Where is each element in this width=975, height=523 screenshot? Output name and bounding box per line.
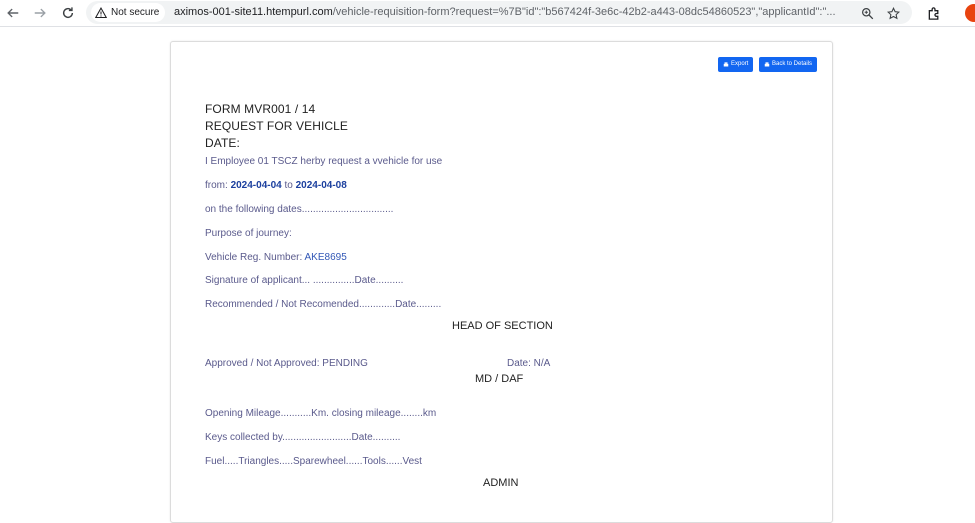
keys-collected-line: Keys collected by.......................… xyxy=(205,432,401,443)
back-to-details-button[interactable]: Back to Details xyxy=(759,57,818,72)
admin-heading: ADMIN xyxy=(483,477,519,489)
md-daf-heading: MD / DAF xyxy=(475,373,524,385)
vehicle-reg-label: Vehicle Reg. Number: xyxy=(205,252,303,263)
signature-line: Signature of applicant... ..............… xyxy=(205,275,404,286)
to-label: to xyxy=(284,180,293,191)
profile-avatar[interactable] xyxy=(965,4,975,22)
back-arrow-icon[interactable] xyxy=(3,3,23,23)
back-to-details-label: Back to Details xyxy=(772,61,813,67)
extensions-puzzle-icon[interactable] xyxy=(925,4,943,22)
approval-status-line: Approved / Not Approved: PENDING xyxy=(205,358,368,369)
export-label: Export xyxy=(731,61,749,67)
date-range-line: from: 2024-04-04 to 2024-04-08 xyxy=(205,180,347,191)
following-dates-line: on the following dates..................… xyxy=(205,204,394,215)
forward-arrow-icon[interactable] xyxy=(30,3,50,23)
url-host: aximos-001-site11.htempurl.com xyxy=(174,6,333,18)
from-label: from: xyxy=(205,180,228,191)
zoom-icon[interactable] xyxy=(859,5,875,21)
purpose-line: Purpose of journey: xyxy=(205,228,292,239)
url-text[interactable]: aximos-001-site11.htempurl.com/vehicle-r… xyxy=(174,6,854,18)
form-date-label: DATE: xyxy=(205,136,240,150)
request-line: I Employee 01 TSCZ herby request a vvehi… xyxy=(205,156,443,167)
requisition-form-card: Export Back to Details FORM MVR001 / 14 … xyxy=(170,41,833,523)
fuel-equipment-line: Fuel.....Triangles.....Sparewheel......T… xyxy=(205,456,422,467)
address-bar[interactable]: Not secure aximos-001-site11.htempurl.co… xyxy=(86,1,912,24)
head-of-section-heading: HEAD OF SECTION xyxy=(452,320,553,332)
vehicle-reg-value: AKE8695 xyxy=(304,252,347,263)
browser-toolbar: Not secure aximos-001-site11.htempurl.co… xyxy=(0,0,975,27)
security-chip[interactable]: Not secure xyxy=(91,3,166,22)
approval-date: Date: N/A xyxy=(507,358,551,369)
form-title: REQUEST FOR VEHICLE xyxy=(205,119,349,133)
export-button[interactable]: Export xyxy=(718,57,754,72)
mileage-line: Opening Mileage...........Km. closing mi… xyxy=(205,408,437,419)
warning-triangle-icon xyxy=(95,6,107,18)
to-date: 2024-04-08 xyxy=(295,180,347,191)
security-label: Not secure xyxy=(111,7,160,18)
recommended-line: Recommended / Not Recomended............… xyxy=(205,299,442,310)
printer-icon xyxy=(723,61,729,66)
reload-icon[interactable] xyxy=(58,3,78,23)
vehicle-reg-line: Vehicle Reg. Number: AKE8695 xyxy=(205,252,347,263)
printer-icon xyxy=(764,61,770,66)
form-number: FORM MVR001 / 14 xyxy=(205,102,316,116)
page-viewport: Export Back to Details FORM MVR001 / 14 … xyxy=(0,27,975,523)
bookmark-star-icon[interactable] xyxy=(885,5,901,21)
url-path: /vehicle-requisition-form?request=%7B"id… xyxy=(332,6,836,18)
from-date: 2024-04-04 xyxy=(230,180,282,191)
